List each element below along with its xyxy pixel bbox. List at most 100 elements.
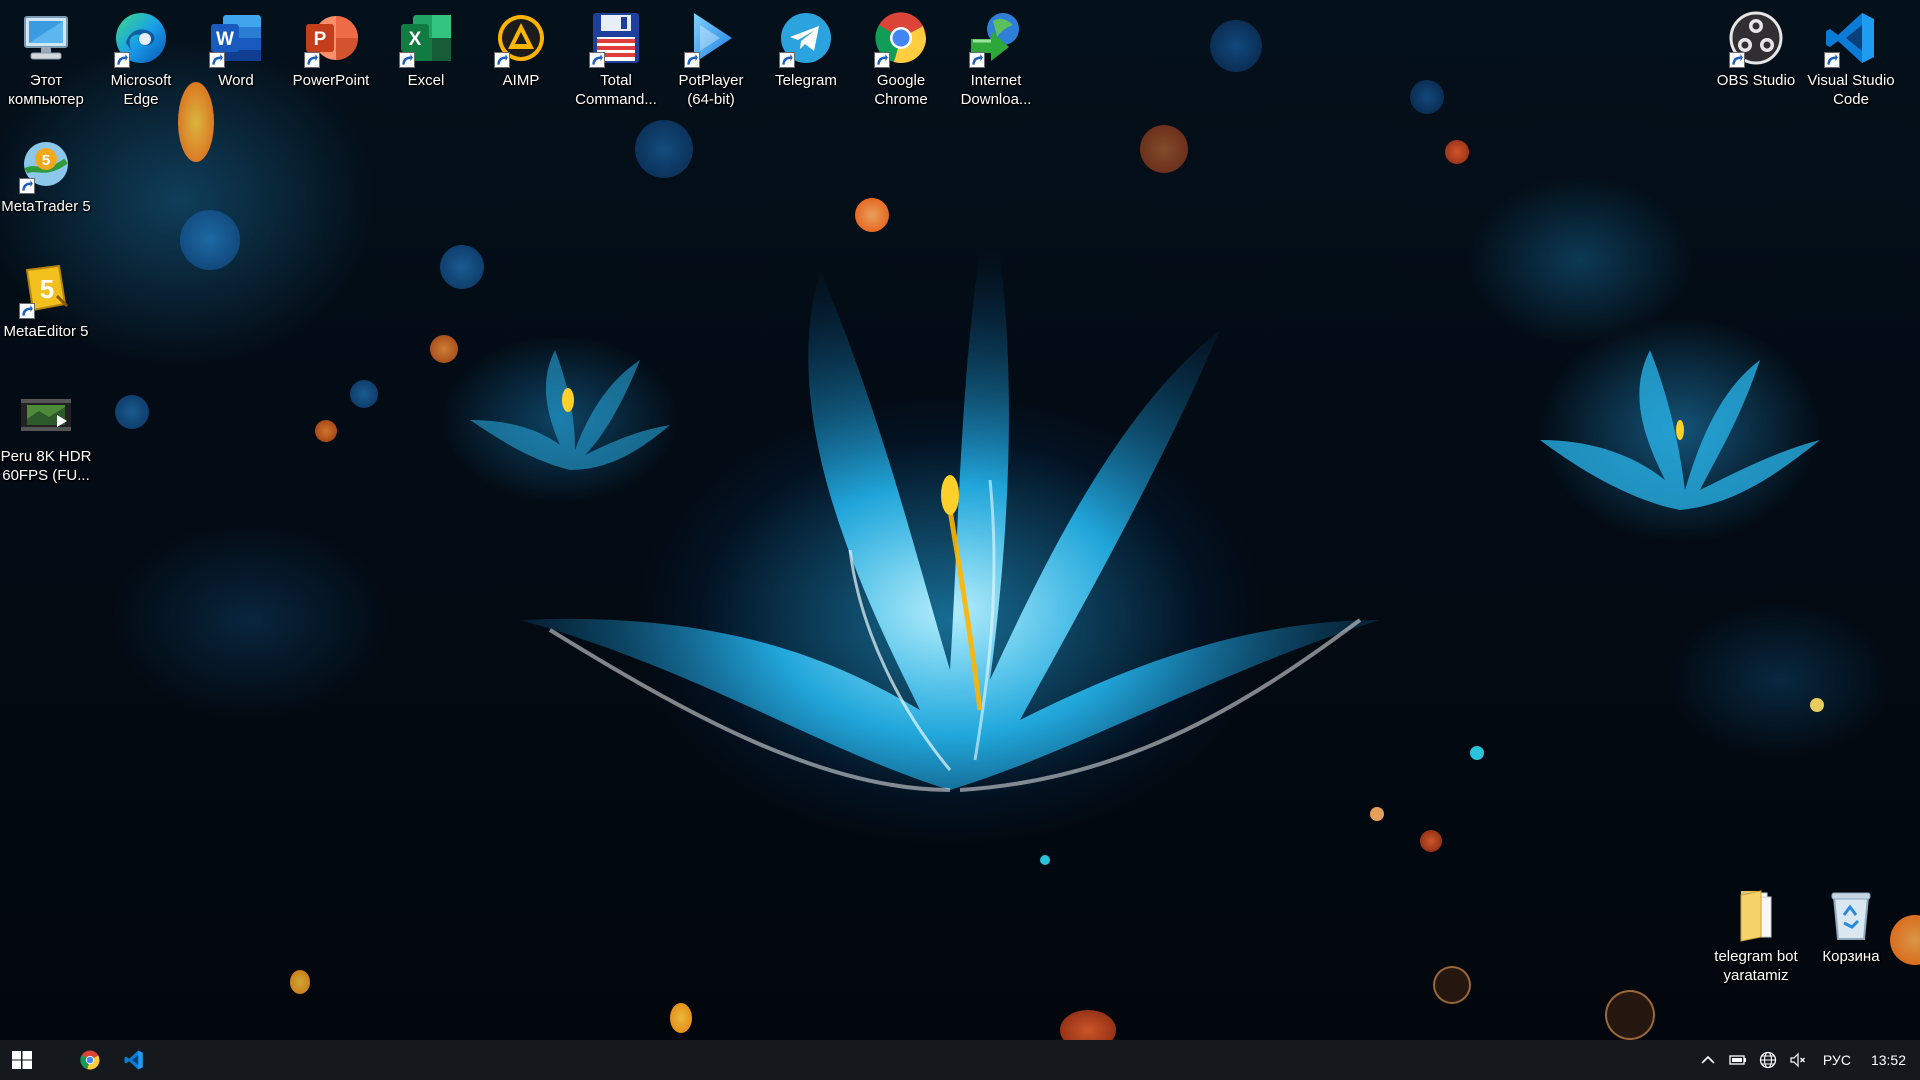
desktop-icon-label: Microsoft Edge xyxy=(110,72,172,108)
windows-icon xyxy=(12,1051,32,1069)
desktop-icon-label: Total Command... xyxy=(575,72,657,108)
shortcut-arrow-icon xyxy=(304,52,320,68)
bokeh-dot xyxy=(1210,20,1262,72)
bokeh-dot xyxy=(1370,807,1384,821)
desktop-icon-aimp[interactable]: AIMP xyxy=(475,4,567,90)
network-button[interactable] xyxy=(1753,1040,1783,1080)
desktop-icon-recycle-bin[interactable]: Корзина xyxy=(1805,880,1897,966)
taskbar-chrome-button[interactable] xyxy=(68,1040,112,1080)
desktop-icon-label: telegram bot yaratamiz xyxy=(1714,948,1798,984)
telegram-icon xyxy=(776,8,836,68)
shortcut-arrow-icon xyxy=(114,52,130,68)
battery-icon xyxy=(1729,1055,1746,1065)
desktop-icon-video-file[interactable]: Peru 8K HDR 60FPS (FU... xyxy=(0,380,92,485)
powerpoint-icon: P xyxy=(301,8,361,68)
desktop-icon-word[interactable]: W Word xyxy=(190,4,282,90)
start-button[interactable] xyxy=(0,1040,44,1080)
vscode-icon xyxy=(124,1050,143,1070)
edge-icon xyxy=(111,8,171,68)
desktop-icon-label: OBS Studio xyxy=(1716,72,1796,89)
desktop-icon-visual-studio-code[interactable]: Visual Studio Code xyxy=(1805,4,1897,109)
taskbar-vscode-button[interactable] xyxy=(112,1040,156,1080)
bokeh-dot xyxy=(350,380,378,408)
this-pc-icon xyxy=(16,8,76,68)
volume-muted-icon xyxy=(1790,1052,1805,1068)
desktop-icon-microsoft-edge[interactable]: Microsoft Edge xyxy=(95,4,187,109)
shortcut-arrow-icon xyxy=(779,52,795,68)
desktop-icon-potplayer[interactable]: PotPlayer (64-bit) xyxy=(665,4,757,109)
shortcut-arrow-icon xyxy=(399,52,415,68)
word-icon: W xyxy=(206,8,266,68)
excel-icon: X xyxy=(396,8,456,68)
desktop-icon-label: PotPlayer (64-bit) xyxy=(678,72,744,108)
bokeh-dot xyxy=(1445,140,1469,164)
bokeh-dot xyxy=(1410,80,1444,114)
taskbar: РУС 13:52 xyxy=(0,1040,1920,1080)
shortcut-arrow-icon xyxy=(1729,52,1745,68)
wallpaper-flower-right xyxy=(1540,350,1820,510)
desktop-icon-powerpoint[interactable]: P PowerPoint xyxy=(285,4,377,90)
language-indicator[interactable]: РУС xyxy=(1813,1040,1861,1080)
globe-icon xyxy=(1759,1051,1777,1069)
desktop-icon-obs-studio[interactable]: OBS Studio xyxy=(1710,4,1802,90)
shortcut-arrow-icon xyxy=(969,52,985,68)
desktop[interactable]: Этот компьютер Microsoft Edge W Word P P… xyxy=(0,0,1920,1040)
vscode-icon xyxy=(1821,8,1881,68)
desktop-icon-label: MetaTrader 5 xyxy=(1,198,91,215)
desktop-icon-label: Internet Downloa... xyxy=(960,72,1032,108)
bokeh-dot xyxy=(180,210,240,270)
desktop-icon-label: Этот компьютер xyxy=(8,72,84,108)
bokeh-dot xyxy=(430,335,458,363)
bokeh-dot xyxy=(1140,125,1188,173)
bokeh-dot xyxy=(290,970,310,994)
svg-text:5: 5 xyxy=(40,274,54,304)
svg-text:5: 5 xyxy=(42,152,50,169)
desktop-icon-metaeditor-5[interactable]: 5 MetaEditor 5 xyxy=(0,255,92,341)
metaeditor-icon: 5 xyxy=(16,259,76,319)
recycle-bin-icon xyxy=(1821,884,1881,944)
folder-icon xyxy=(1726,884,1786,944)
show-hidden-icons-button[interactable] xyxy=(1693,1040,1723,1080)
shortcut-arrow-icon xyxy=(684,52,700,68)
bokeh-dot xyxy=(1433,966,1471,1004)
video-file-icon xyxy=(16,384,76,444)
metatrader-icon: 5 xyxy=(16,134,76,194)
desktop-icon-label: Корзина xyxy=(1822,948,1880,965)
chrome-icon xyxy=(80,1050,100,1070)
internet-download-manager-icon xyxy=(966,8,1026,68)
battery-button[interactable] xyxy=(1723,1040,1753,1080)
desktop-icon-excel[interactable]: X Excel xyxy=(380,4,472,90)
desktop-icon-label: Visual Studio Code xyxy=(1807,72,1895,108)
clock[interactable]: 13:52 xyxy=(1861,1040,1920,1080)
shortcut-arrow-icon xyxy=(1824,52,1840,68)
bokeh-dot xyxy=(1470,746,1484,760)
desktop-icon-this-pc[interactable]: Этот компьютер xyxy=(0,4,92,109)
bokeh-dot xyxy=(635,120,693,178)
desktop-icon-metatrader-5[interactable]: 5 MetaTrader 5 xyxy=(0,130,92,216)
desktop-icon-label: MetaEditor 5 xyxy=(3,323,89,340)
shortcut-arrow-icon xyxy=(494,52,510,68)
desktop-icon-telegram[interactable]: Telegram xyxy=(760,4,852,90)
desktop-icon-folder[interactable]: telegram bot yaratamiz xyxy=(1710,880,1802,985)
wallpaper-flower-left xyxy=(470,350,670,470)
volume-button[interactable] xyxy=(1783,1040,1813,1080)
shortcut-arrow-icon xyxy=(209,52,225,68)
wallpaper-flower xyxy=(520,190,1380,792)
aimp-icon xyxy=(491,8,551,68)
bokeh-dot xyxy=(1060,1010,1116,1040)
bokeh-dot xyxy=(670,1003,692,1033)
desktop-icon-label: Peru 8K HDR 60FPS (FU... xyxy=(0,448,92,484)
desktop-icon-internet-download-manager[interactable]: Internet Downloa... xyxy=(950,4,1042,109)
shortcut-arrow-icon xyxy=(589,52,605,68)
desktop-icon-total-commander[interactable]: Total Command... xyxy=(570,4,662,109)
system-tray: РУС 13:52 xyxy=(1693,1040,1920,1080)
bokeh-dot xyxy=(315,420,337,442)
desktop-icon-google-chrome[interactable]: Google Chrome xyxy=(855,4,947,109)
shortcut-arrow-icon xyxy=(19,178,35,194)
bokeh-dot xyxy=(1605,990,1655,1040)
shortcut-arrow-icon xyxy=(874,52,890,68)
bokeh-dot xyxy=(115,395,149,429)
bokeh-dot xyxy=(440,245,484,289)
bokeh-dot xyxy=(855,198,889,232)
bokeh-dot xyxy=(1040,855,1050,865)
